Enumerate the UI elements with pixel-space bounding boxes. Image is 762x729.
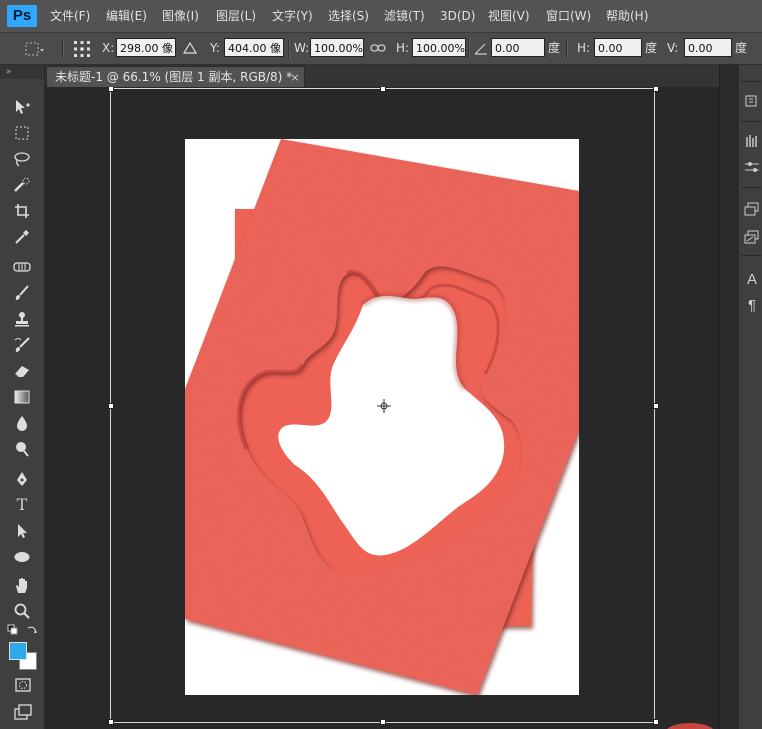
panel-dock-strip	[719, 65, 738, 729]
menu-filter[interactable]: 滤镜(T)	[384, 7, 425, 25]
transform-handle-top-right[interactable]	[653, 87, 659, 92]
photoshop-logo: Ps	[7, 5, 37, 27]
link-icon[interactable]	[370, 42, 386, 54]
menu-layer[interactable]: 图层(L)	[216, 7, 256, 25]
menu-edit[interactable]: 编辑(E)	[106, 7, 147, 25]
options-bar: X: 298.00 像 Y: 404.00 像 W: 100.00% H: 10…	[0, 33, 762, 65]
gradient-tool-icon[interactable]	[8, 386, 36, 408]
transform-handle-bottom-right[interactable]	[653, 719, 659, 725]
history-brush-tool-icon[interactable]	[8, 334, 36, 356]
zoom-tool-icon[interactable]	[8, 600, 36, 622]
screen-mode-icon[interactable]	[14, 704, 32, 720]
partial-badge	[665, 723, 715, 729]
foreground-color-swatch[interactable]	[9, 642, 27, 660]
options-separator	[62, 38, 64, 59]
h-skew-unit: 度	[645, 41, 658, 55]
healing-brush-tool-icon[interactable]	[8, 256, 36, 278]
lasso-tool-icon[interactable]	[8, 148, 36, 170]
h-label: H:	[396, 41, 410, 55]
document-tab-bar: 未标题-1 @ 66.1% (图层 1 副本, RGB/8) * ×	[45, 65, 719, 87]
blur-tool-icon[interactable]	[8, 412, 36, 434]
panel-separator	[741, 121, 761, 122]
reference-point-icon[interactable]	[72, 39, 92, 59]
path-select-tool-icon[interactable]	[8, 520, 36, 542]
menu-3d[interactable]: 3D(D)	[440, 7, 475, 25]
menu-file[interactable]: 文件(F)	[50, 7, 90, 25]
y-label: Y:	[210, 41, 220, 55]
close-tab-icon[interactable]: ×	[288, 67, 302, 88]
h-skew-label: H:	[577, 41, 591, 55]
panel-collapse-icon[interactable]: »	[0, 65, 44, 79]
options-separator	[468, 38, 470, 59]
width-field[interactable]: 100.00%	[310, 38, 364, 57]
dodge-tool-icon[interactable]	[8, 438, 36, 460]
pen-tool-icon[interactable]	[8, 468, 36, 490]
menu-window[interactable]: 窗口(W)	[546, 7, 591, 25]
layers-panel-icon[interactable]	[743, 201, 761, 219]
swap-colors-icon[interactable]	[26, 624, 38, 636]
menu-help[interactable]: 帮助(H)	[606, 7, 648, 25]
right-panel-icons: A ¶	[738, 65, 762, 729]
menu-bar: Ps 文件(F) 编辑(E) 图像(I) 图层(L) 文字(Y) 选择(S) 滤…	[0, 0, 762, 33]
paragraph-panel-icon[interactable]: ¶	[743, 297, 761, 315]
triangle-icon[interactable]	[182, 41, 198, 55]
panel-separator	[741, 187, 761, 188]
w-label: W:	[294, 41, 310, 55]
ellipse-tool-icon[interactable]	[8, 546, 36, 568]
brush-panel-icon[interactable]	[743, 133, 761, 151]
menu-image[interactable]: 图像(I)	[162, 7, 199, 25]
move-tool-icon[interactable]	[8, 96, 36, 118]
adjustments-panel-icon[interactable]	[743, 159, 761, 177]
hand-tool-icon[interactable]	[8, 574, 36, 596]
eyedropper-tool-icon[interactable]	[8, 226, 36, 248]
transform-handle-top-left[interactable]	[108, 87, 114, 92]
options-separator	[566, 38, 568, 59]
transform-handle-right[interactable]	[653, 403, 659, 409]
type-tool-icon[interactable]: T	[8, 494, 36, 516]
transform-handle-top[interactable]	[380, 87, 386, 92]
v-skew-label: V:	[667, 41, 679, 55]
document-tab[interactable]: 未标题-1 @ 66.1% (图层 1 副本, RGB/8) * ×	[46, 66, 305, 87]
angle-icon	[473, 42, 489, 56]
reference-point-crosshair-icon[interactable]	[377, 399, 391, 413]
v-skew-unit: 度	[735, 41, 748, 55]
h-skew-field[interactable]: 0.00	[594, 38, 642, 57]
rotation-unit: 度	[548, 41, 561, 55]
menu-view[interactable]: 视图(V)	[488, 7, 530, 25]
options-separator	[288, 38, 290, 59]
crop-tool-icon[interactable]	[8, 200, 36, 222]
tool-preset-icon[interactable]	[22, 39, 46, 59]
quick-select-tool-icon[interactable]	[8, 174, 36, 196]
transform-handle-bottom-left[interactable]	[108, 719, 114, 725]
clone-stamp-tool-icon[interactable]	[8, 308, 36, 330]
channels-panel-icon[interactable]	[743, 229, 761, 247]
x-label: X:	[102, 41, 115, 55]
rotation-field[interactable]: 0.00	[491, 38, 545, 57]
height-field[interactable]: 100.00%	[412, 38, 466, 57]
panel-separator	[741, 81, 761, 82]
transform-handle-left[interactable]	[108, 403, 114, 409]
document-tab-title: 未标题-1 @ 66.1% (图层 1 副本, RGB/8) *	[55, 70, 293, 84]
panel-separator	[741, 255, 761, 256]
menu-type[interactable]: 文字(Y)	[272, 7, 313, 25]
brush-tool-icon[interactable]	[8, 282, 36, 304]
menu-select[interactable]: 选择(S)	[328, 7, 369, 25]
history-panel-icon[interactable]	[743, 93, 761, 111]
transform-handle-bottom[interactable]	[380, 719, 386, 725]
tools-panel: » T	[0, 65, 45, 729]
quick-mask-icon[interactable]	[14, 677, 32, 693]
character-panel-icon[interactable]: A	[743, 271, 761, 289]
canvas-area[interactable]	[45, 87, 719, 729]
v-skew-field[interactable]: 0.00	[684, 38, 732, 57]
eraser-tool-icon[interactable]	[8, 360, 36, 382]
marquee-tool-icon[interactable]	[8, 122, 36, 144]
y-position-field[interactable]: 404.00 像	[224, 38, 284, 57]
default-colors-icon[interactable]	[7, 624, 19, 636]
x-position-field[interactable]: 298.00 像	[116, 38, 176, 57]
